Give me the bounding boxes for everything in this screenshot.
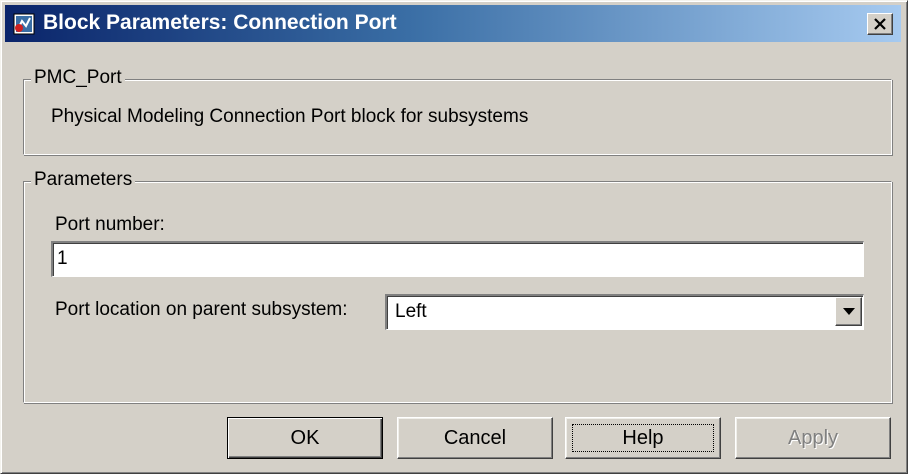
cancel-button[interactable]: Cancel: [397, 417, 553, 459]
close-icon: [874, 18, 886, 30]
window-title: Block Parameters: Connection Port: [43, 11, 397, 34]
ok-button-label: OK: [290, 427, 320, 449]
parameters-group-legend: Parameters: [31, 169, 136, 191]
port-location-dropdown[interactable]: Left: [385, 294, 864, 330]
apply-button-label: Apply: [787, 427, 839, 449]
port-location-value: Left: [395, 301, 427, 322]
dialog-window: Block Parameters: Connection Port PMC_Po…: [0, 0, 908, 474]
help-button[interactable]: Help: [565, 417, 721, 459]
apply-button[interactable]: Apply: [735, 417, 891, 459]
description-group-legend: PMC_Port: [31, 67, 125, 89]
port-number-label: Port number:: [55, 214, 165, 235]
dropdown-button[interactable]: [835, 297, 862, 326]
port-location-label: Port location on parent subsystem:: [55, 299, 348, 320]
port-number-input[interactable]: 1: [51, 241, 864, 277]
cancel-button-label: Cancel: [443, 427, 507, 449]
simulink-block-icon: [13, 13, 35, 35]
help-button-label: Help: [622, 427, 664, 449]
ok-button[interactable]: OK: [227, 417, 383, 459]
title-bar[interactable]: Block Parameters: Connection Port: [5, 5, 901, 42]
chevron-down-icon: [842, 307, 855, 315]
close-button[interactable]: [867, 13, 893, 35]
block-description: Physical Modeling Connection Port block …: [51, 106, 529, 127]
